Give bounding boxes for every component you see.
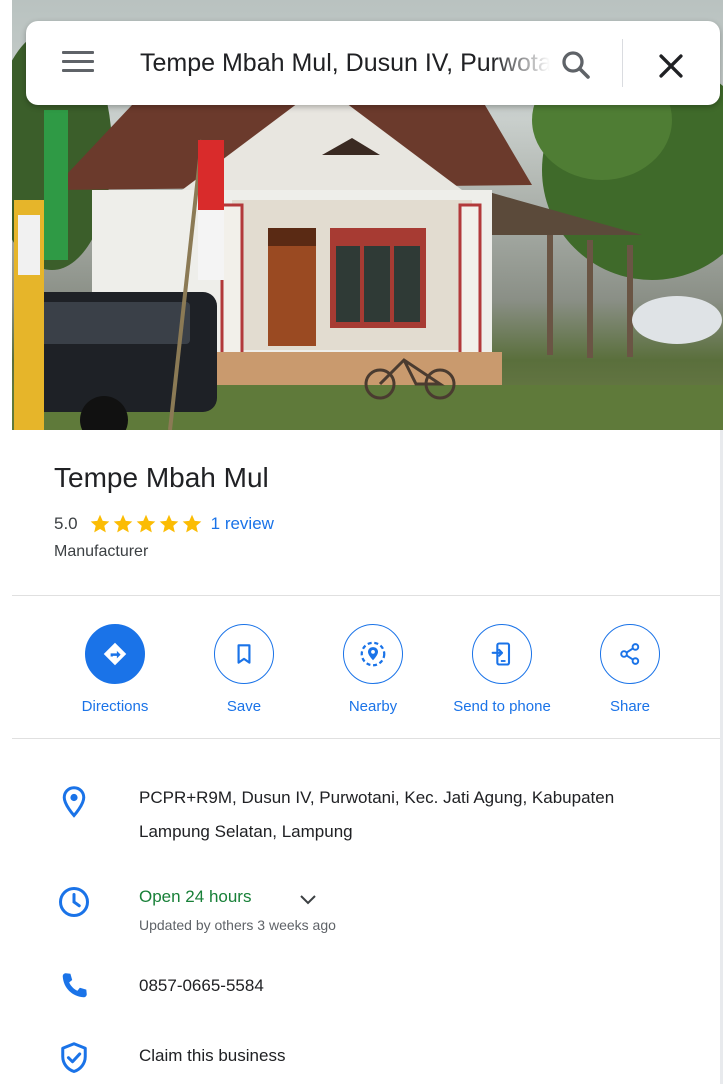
directions-button[interactable]: Directions (51, 624, 179, 724)
menu-button[interactable] (62, 49, 96, 75)
nearby-circle (343, 624, 403, 684)
location-pin-icon (62, 786, 86, 818)
star-icon (182, 514, 201, 533)
menu-icon-line (62, 69, 94, 72)
nearby-icon (360, 641, 386, 667)
send-to-phone-button[interactable]: Send to phone (438, 624, 566, 724)
close-button[interactable] (654, 49, 688, 83)
directions-label: Directions (81, 698, 149, 715)
claim-business-link[interactable]: Claim this business (139, 1039, 285, 1073)
star-icon (159, 514, 178, 533)
star-icon (113, 514, 132, 533)
place-category: Manufacturer (54, 543, 149, 560)
nearby-button[interactable]: Nearby (309, 624, 437, 724)
search-input[interactable]: Tempe Mbah Mul, Dusun IV, Purwotani (140, 47, 550, 79)
search-bar-divider (622, 39, 623, 87)
save-circle (214, 624, 274, 684)
rating-value: 5.0 (54, 514, 78, 533)
address-line-2[interactable]: Lampung Selatan, Lampung (139, 815, 353, 849)
reviews-link[interactable]: 1 review (211, 514, 274, 534)
menu-icon-line (62, 60, 94, 63)
share-label: Share (609, 698, 651, 715)
hours-status[interactable]: Open 24 hours (139, 880, 251, 914)
phone-icon (62, 973, 87, 998)
directions-circle (85, 624, 145, 684)
directions-icon (103, 642, 127, 666)
bookmark-icon (237, 644, 251, 664)
search-bar: Tempe Mbah Mul, Dusun IV, Purwotani (26, 21, 720, 105)
menu-icon-line (62, 51, 94, 54)
hours-updated-note: Updated by others 3 weeks ago (139, 917, 336, 933)
save-button[interactable]: Save (180, 624, 308, 724)
search-button[interactable] (558, 47, 594, 83)
share-icon (620, 643, 640, 665)
rating-stars (88, 512, 203, 536)
share-circle (600, 624, 660, 684)
section-divider (12, 595, 723, 596)
close-icon (659, 54, 683, 78)
phone-number[interactable]: 0857-0665-5584 (139, 969, 264, 1003)
send-to-phone-label: Send to phone (453, 698, 551, 715)
verified-shield-icon (61, 1042, 87, 1073)
send-to-phone-icon (491, 642, 511, 666)
nearby-label: Nearby (348, 698, 398, 715)
rating-row: 5.0 1 review (54, 512, 274, 536)
send-to-phone-circle (472, 624, 532, 684)
search-icon (562, 51, 590, 79)
place-title: Tempe Mbah Mul (54, 462, 269, 493)
chevron-down-icon[interactable] (296, 887, 320, 911)
star-icon (90, 514, 109, 533)
star-icon (136, 514, 155, 533)
share-button[interactable]: Share (566, 624, 694, 724)
section-divider (12, 738, 723, 739)
save-label: Save (226, 698, 262, 715)
address-line-1[interactable]: PCPR+R9M, Dusun IV, Purwotani, Kec. Jati… (139, 781, 614, 815)
clock-icon (59, 887, 89, 917)
